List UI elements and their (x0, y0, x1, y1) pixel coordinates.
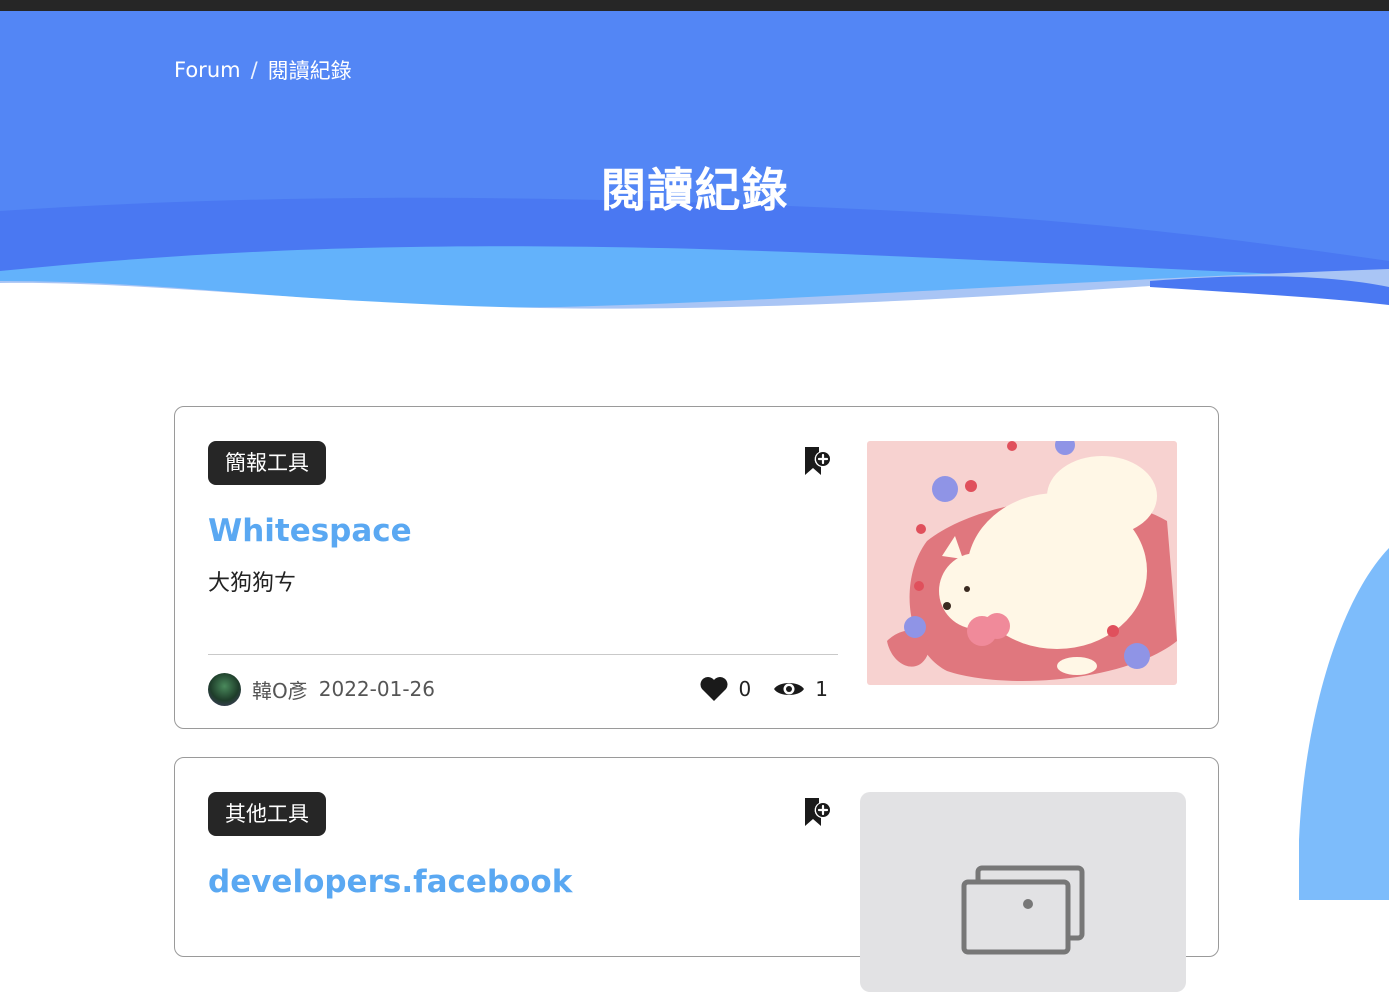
bookmark-plus-icon[interactable] (803, 796, 833, 828)
category-tag[interactable]: 其他工具 (208, 792, 326, 836)
eye-icon (774, 683, 805, 695)
post-stats: 0 1 (699, 676, 838, 702)
thumbnail-placeholder (860, 792, 1186, 992)
breadcrumb-link-forum[interactable]: Forum (174, 58, 241, 82)
breadcrumb-current: 閱讀紀錄 (267, 59, 352, 83)
author-name[interactable]: 韓O彥 (252, 675, 308, 704)
page-title: 閱讀紀錄 (600, 163, 789, 217)
post-thumbnail[interactable] (867, 441, 1177, 685)
hero-banner: Forum / 閱讀紀錄 閱讀紀錄 (0, 11, 1389, 311)
post-card[interactable]: 其他工具 developers.facebook (174, 757, 1219, 992)
breadcrumb-separator: / (250, 58, 258, 82)
heart-icon[interactable] (699, 676, 729, 702)
decorative-side-blob (1299, 548, 1389, 900)
post-description: 大狗狗ㄘ (208, 571, 297, 596)
bookmark-plus-icon[interactable] (803, 445, 833, 477)
post-title[interactable]: Whitespace (208, 513, 412, 549)
divider (208, 654, 838, 655)
top-bar (0, 0, 1389, 11)
image-placeholder-icon (961, 865, 1085, 955)
post-card[interactable]: 簡報工具 Whitespace 大狗狗ㄘ 韓O彥 2022-01-26 0 1 (174, 406, 1219, 729)
avatar[interactable] (208, 672, 241, 706)
view-count: 1 (815, 677, 828, 701)
like-count: 0 (738, 677, 752, 701)
post-meta: 韓O彥 2022-01-26 0 1 (208, 672, 838, 706)
post-date: 2022-01-26 (318, 677, 435, 701)
breadcrumb: Forum / 閱讀紀錄 (174, 55, 352, 85)
category-tag[interactable]: 簡報工具 (208, 441, 326, 485)
post-title[interactable]: developers.facebook (208, 864, 572, 900)
